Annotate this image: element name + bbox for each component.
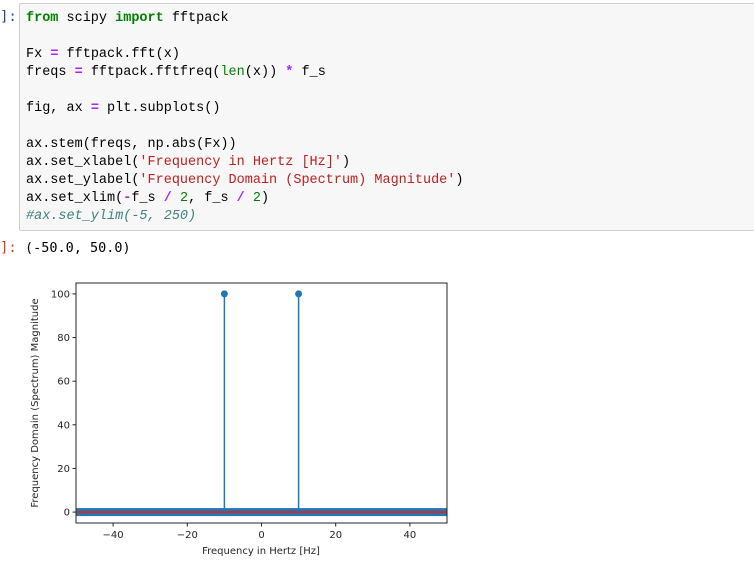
stem-marker xyxy=(295,290,303,298)
stem-marker xyxy=(220,290,228,298)
stem-chart: −40 −20 0 20 40 0 20 40 60 80 100 Frequency in Her… xyxy=(30,282,448,557)
x-tick-label: 0 xyxy=(258,530,264,541)
y-tick-label: 0 xyxy=(64,508,70,519)
x-axis-label: Frequency in Hertz [Hz] xyxy=(202,546,320,557)
y-tick-label: 100 xyxy=(51,289,70,300)
axes-frame xyxy=(75,282,448,524)
x-tick-label: −20 xyxy=(177,530,198,541)
y-tick-label: 40 xyxy=(57,420,70,431)
x-tick-label: −40 xyxy=(103,530,124,541)
x-tick-label: 40 xyxy=(404,530,417,541)
y-tick-label: 20 xyxy=(57,464,70,475)
y-axis-label: Frequency Domain (Spectrum) Magnitude xyxy=(30,298,41,507)
x-tick-label: 20 xyxy=(329,530,342,541)
y-tick-label: 80 xyxy=(57,333,70,344)
y-tick-label: 60 xyxy=(57,377,70,388)
